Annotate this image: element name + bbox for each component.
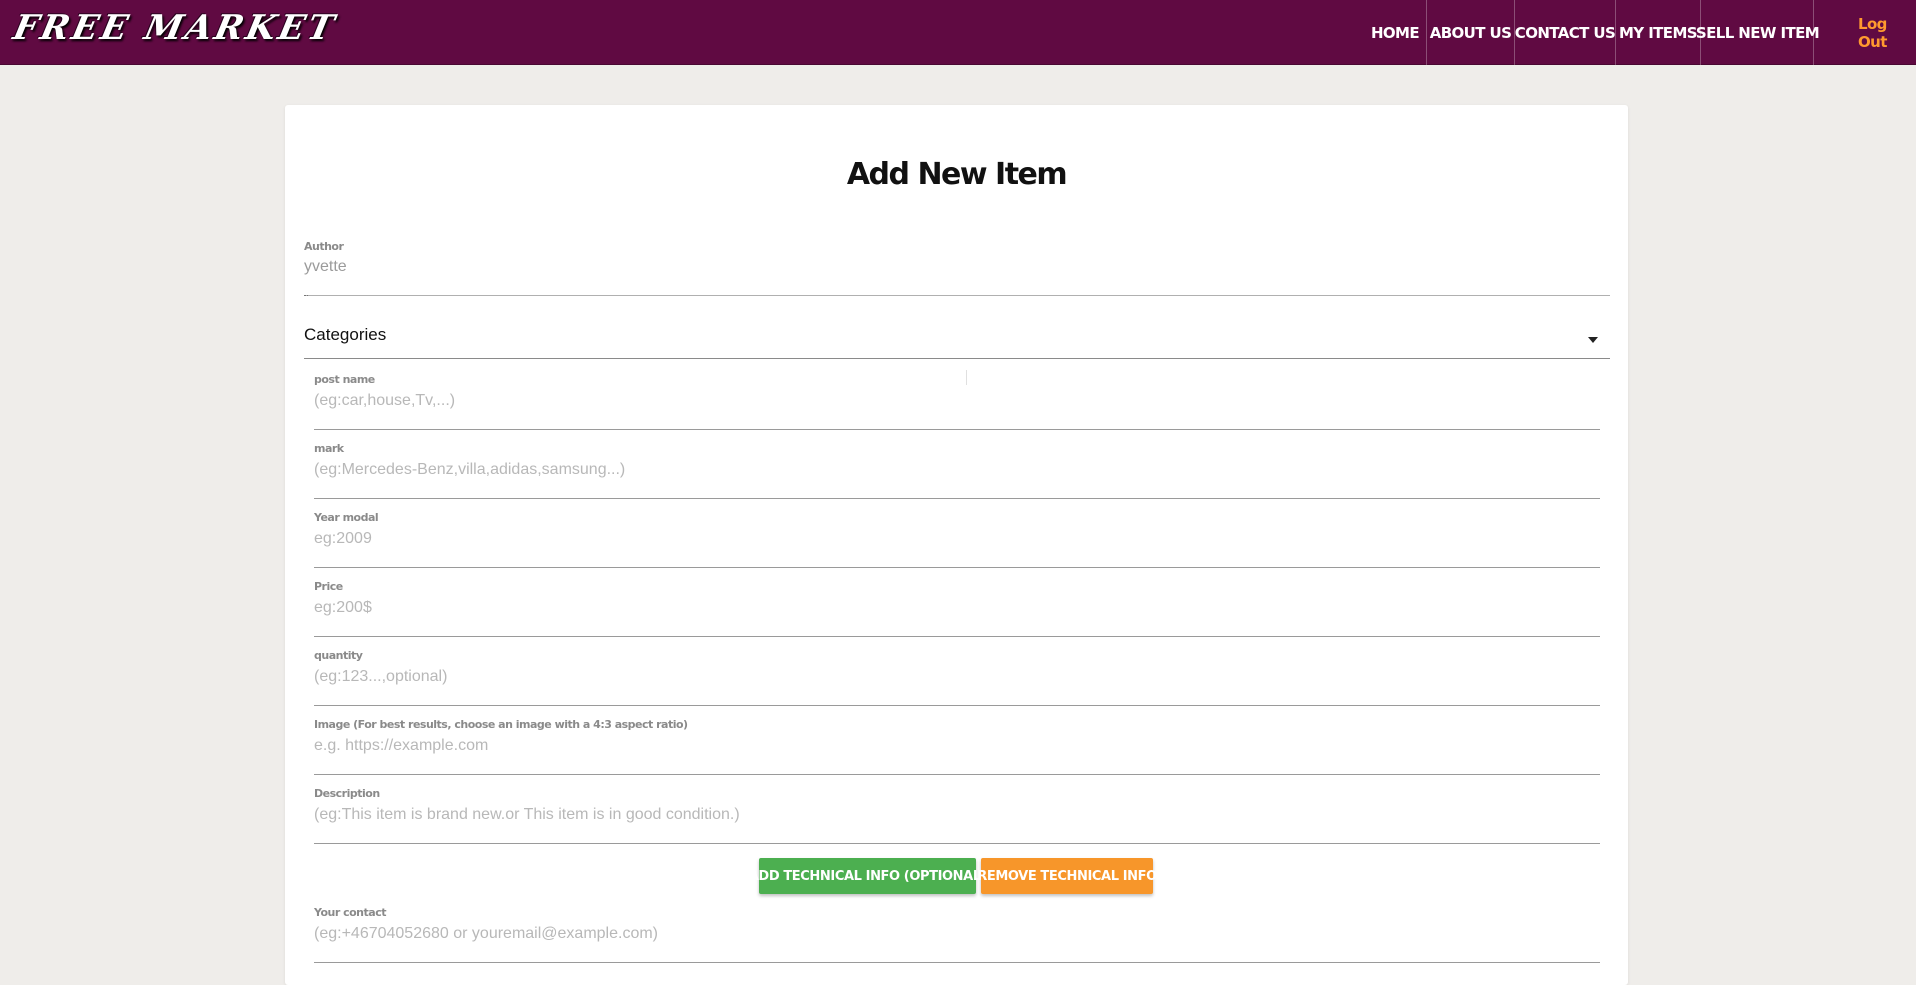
description-input[interactable] (314, 804, 1600, 826)
post-name-input[interactable] (314, 390, 1600, 412)
post-name-field: post name (314, 373, 1600, 430)
add-item-card: Add New Item Author yvette Categories po… (285, 105, 1628, 985)
caret-down-icon (1588, 337, 1598, 343)
page-title: Add New Item (846, 157, 1068, 192)
post-name-label: post name (314, 373, 375, 386)
quantity-field: quantity (314, 649, 1600, 706)
description-field: Description (314, 787, 1600, 844)
navbar: FREE MARKET HOME ABOUT US CONTACT US MY … (0, 0, 1916, 65)
price-field: Price (314, 580, 1600, 637)
price-input[interactable] (314, 597, 1600, 619)
quantity-label: quantity (314, 649, 363, 662)
nav-my-items[interactable]: MY ITEMS (1615, 0, 1700, 65)
author-value: yvette (304, 258, 347, 275)
nav-menu: HOME ABOUT US CONTACT US MY ITEMS SELL N… (1364, 0, 1820, 65)
year-model-input[interactable] (314, 528, 1600, 550)
categories-label: Categories (304, 325, 387, 344)
nav-contact-us[interactable]: CONTACT US (1514, 0, 1616, 65)
mark-input[interactable] (314, 459, 1600, 481)
description-label: Description (314, 787, 380, 800)
categories-dropdown[interactable]: Categories (304, 317, 1610, 359)
contact-input[interactable] (314, 923, 1600, 945)
year-model-label: Year modal (314, 511, 379, 524)
mark-label: mark (314, 442, 344, 455)
mark-field: mark (314, 442, 1600, 499)
image-url-input[interactable] (314, 735, 1600, 757)
nav-about-us[interactable]: ABOUT US (1426, 0, 1514, 65)
year-model-field: Year modal (314, 511, 1600, 568)
image-field: Image (For best results, choose an image… (314, 718, 1600, 775)
image-label: Image (For best results, choose an image… (314, 718, 688, 731)
contact-label: Your contact (314, 906, 386, 919)
remove-technical-info-button[interactable]: REMOVE TECHNICAL INFO (977, 858, 1157, 894)
nav-sell-new-item[interactable]: SELL NEW ITEM (1696, 0, 1820, 65)
nav-divider (1813, 0, 1814, 65)
contact-field: Your contact (314, 906, 1600, 963)
logout-link[interactable]: Log Out (1858, 0, 1916, 65)
nav-home[interactable]: HOME (1364, 0, 1426, 65)
author-label: Author (304, 240, 344, 253)
quantity-input[interactable] (314, 666, 1600, 688)
add-technical-info-button[interactable]: ADD TECHNICAL INFO (OPTIONAL) (749, 858, 987, 894)
author-field-underline (304, 295, 308, 296)
brand-logo[interactable]: FREE MARKET (10, 8, 341, 48)
author-field: Author yvette (304, 240, 1610, 296)
price-label: Price (314, 580, 343, 593)
